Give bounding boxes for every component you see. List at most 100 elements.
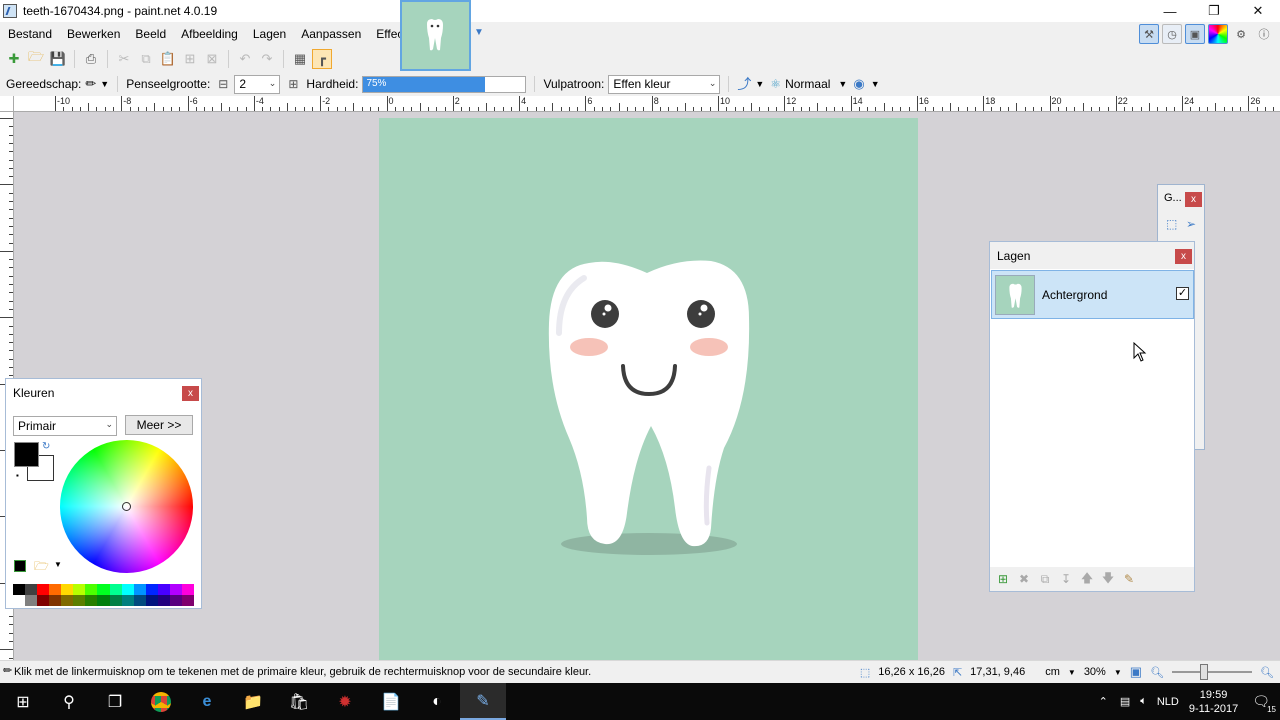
fill-pattern-combo[interactable]: Effen kleur ⌄ bbox=[608, 74, 721, 94]
action-center-icon[interactable]: 🗨︎ 15 bbox=[1252, 693, 1276, 714]
brush-size-increase-icon[interactable]: ⊞ bbox=[288, 77, 298, 91]
palette-swatch[interactable] bbox=[169, 595, 182, 606]
palette-swatch[interactable] bbox=[25, 584, 38, 595]
palette-swatch[interactable] bbox=[49, 584, 62, 595]
image-tab-thumbnail[interactable] bbox=[400, 0, 471, 71]
app-red-icon[interactable]: ✹ bbox=[322, 683, 368, 720]
palette-swatch[interactable] bbox=[169, 584, 182, 595]
color-mode-combo[interactable]: Primair ⌄ bbox=[13, 416, 117, 436]
print-icon[interactable]: ⎙ bbox=[81, 49, 101, 69]
color-wheel-marker[interactable] bbox=[122, 502, 131, 511]
antialiasing-dropdown-icon[interactable]: ▼ bbox=[755, 79, 764, 89]
tools-window-toggle-icon[interactable]: ⚒ bbox=[1139, 24, 1159, 44]
windows-start-icon[interactable]: ⊞ bbox=[0, 683, 46, 720]
zoom-to-window-icon[interactable]: ▣ bbox=[1130, 664, 1142, 680]
palette-swatch[interactable] bbox=[85, 595, 98, 606]
documents-app-icon[interactable]: 📄 bbox=[368, 683, 414, 720]
zoom-slider-thumb[interactable] bbox=[1200, 664, 1209, 680]
zoom-value[interactable]: 30% bbox=[1084, 666, 1106, 678]
grid-toggle-icon[interactable]: ▦ bbox=[290, 49, 310, 69]
layer-properties-icon[interactable]: ✎ bbox=[1120, 570, 1138, 588]
tabs-dropdown-icon[interactable]: ▼ bbox=[474, 27, 484, 38]
palette-swatch[interactable] bbox=[61, 595, 74, 606]
more-colors-button[interactable]: Meer >> bbox=[125, 415, 193, 435]
reset-colors-icon[interactable]: ▪ bbox=[16, 471, 19, 480]
palette-swatch[interactable] bbox=[109, 584, 122, 595]
menu-aanpassen[interactable]: Aanpassen bbox=[293, 27, 368, 41]
history-window-toggle-icon[interactable]: ◷ bbox=[1162, 24, 1182, 44]
menu-bestand[interactable]: Bestand bbox=[0, 27, 59, 41]
selection-mode-icon[interactable]: ◉ bbox=[853, 76, 864, 92]
palette-swatch[interactable] bbox=[157, 595, 170, 606]
hardness-slider[interactable]: 75% bbox=[362, 75, 527, 93]
zoom-out-icon[interactable]: 🔍︎ bbox=[1150, 666, 1164, 679]
palette-swatch[interactable] bbox=[49, 595, 62, 606]
edge-icon[interactable]: e bbox=[184, 683, 230, 720]
file-explorer-icon[interactable]: 📁 bbox=[230, 683, 276, 720]
colors-window-close-button[interactable]: x bbox=[182, 386, 199, 401]
palette-black-swatch-icon[interactable] bbox=[14, 560, 26, 572]
input-language[interactable]: NLD bbox=[1157, 696, 1179, 708]
palette-swatch[interactable] bbox=[157, 584, 170, 595]
menu-bewerken[interactable]: Bewerken bbox=[59, 27, 127, 41]
selection-mode-dropdown-icon[interactable]: ▼ bbox=[871, 79, 880, 89]
copy-icon[interactable]: ⧉ bbox=[136, 49, 156, 69]
store-icon[interactable]: 🛍 bbox=[276, 683, 322, 720]
merge-layer-down-icon[interactable]: ↧ bbox=[1057, 570, 1075, 588]
rulers-toggle-icon[interactable]: ┏ bbox=[312, 49, 332, 69]
palette-swatch[interactable] bbox=[181, 595, 194, 606]
rectangle-select-tool-icon[interactable]: ⬚ bbox=[1166, 217, 1177, 231]
move-layer-up-icon[interactable]: 🡅 bbox=[1078, 570, 1096, 588]
layers-window-toggle-icon[interactable]: ▣ bbox=[1185, 24, 1205, 44]
network-icon[interactable]: ▤ bbox=[1120, 695, 1130, 708]
palette-swatch[interactable] bbox=[37, 584, 50, 595]
close-window-button[interactable]: ✕ bbox=[1236, 0, 1280, 22]
obs-icon[interactable]: ◐ bbox=[414, 683, 460, 720]
menu-lagen[interactable]: Lagen bbox=[245, 27, 293, 41]
zoom-in-icon[interactable]: 🔍︎ bbox=[1260, 666, 1274, 679]
brush-size-combo[interactable]: 2 ⌄ bbox=[234, 74, 281, 94]
palette-swatch[interactable] bbox=[133, 584, 146, 595]
redo-icon[interactable]: ↷ bbox=[257, 49, 277, 69]
chrome-icon[interactable] bbox=[138, 683, 184, 720]
units-selector[interactable]: cm bbox=[1045, 666, 1060, 678]
blend-mode-value[interactable]: Normaal bbox=[785, 77, 830, 91]
blend-mode-flask-icon[interactable]: ⚛ bbox=[770, 77, 781, 91]
paintbrush-tool-icon[interactable]: ✏ bbox=[85, 76, 96, 92]
palette-swatch[interactable] bbox=[73, 584, 86, 595]
paintnet-taskbar-icon[interactable]: ✎ bbox=[460, 683, 506, 720]
restore-button[interactable]: ❐ bbox=[1192, 0, 1236, 22]
menu-beeld[interactable]: Beeld bbox=[127, 27, 173, 41]
colors-window-toggle-icon[interactable] bbox=[1208, 24, 1228, 44]
palette-swatch[interactable] bbox=[109, 595, 122, 606]
tools-window-close-button[interactable]: x bbox=[1185, 192, 1202, 207]
palette-swatch[interactable] bbox=[133, 595, 146, 606]
paste-icon[interactable]: 📋 bbox=[158, 49, 178, 69]
settings-gear-icon[interactable]: ⚙ bbox=[1231, 24, 1251, 44]
layers-window-close-button[interactable]: x bbox=[1175, 249, 1192, 264]
palette-menu-icon[interactable]: 🗁 bbox=[34, 557, 49, 578]
deselect-icon[interactable]: ⊠ bbox=[202, 49, 222, 69]
clock[interactable]: 19:59 9-11-2017 bbox=[1189, 688, 1238, 716]
menu-afbeelding[interactable]: Afbeelding bbox=[173, 27, 245, 41]
undo-icon[interactable]: ↶ bbox=[235, 49, 255, 69]
palette-swatch[interactable] bbox=[181, 584, 194, 595]
palette-swatch[interactable] bbox=[13, 584, 26, 595]
palette-swatch[interactable] bbox=[61, 584, 74, 595]
antialiasing-icon[interactable]: ⤴ bbox=[737, 74, 751, 94]
palette-menu-dropdown-icon[interactable]: ▼ bbox=[54, 560, 62, 569]
layer-row[interactable]: Achtergrond ✓ bbox=[991, 270, 1194, 319]
move-selection-tool-icon[interactable]: ➢ bbox=[1186, 217, 1196, 231]
palette-swatch[interactable] bbox=[97, 584, 110, 595]
search-icon[interactable]: ⚲ bbox=[46, 683, 92, 720]
brush-size-decrease-icon[interactable]: ⊟ bbox=[218, 77, 228, 91]
palette-swatch[interactable] bbox=[121, 584, 134, 595]
image-canvas[interactable] bbox=[379, 118, 918, 660]
zoom-slider[interactable] bbox=[1172, 664, 1253, 680]
palette-swatch[interactable] bbox=[37, 595, 50, 606]
palette-swatch[interactable] bbox=[73, 595, 86, 606]
palette-swatch[interactable] bbox=[25, 595, 38, 606]
palette-swatch[interactable] bbox=[97, 595, 110, 606]
add-layer-icon[interactable]: ⊞ bbox=[994, 570, 1012, 588]
swap-colors-icon[interactable]: ↻ bbox=[42, 441, 50, 452]
